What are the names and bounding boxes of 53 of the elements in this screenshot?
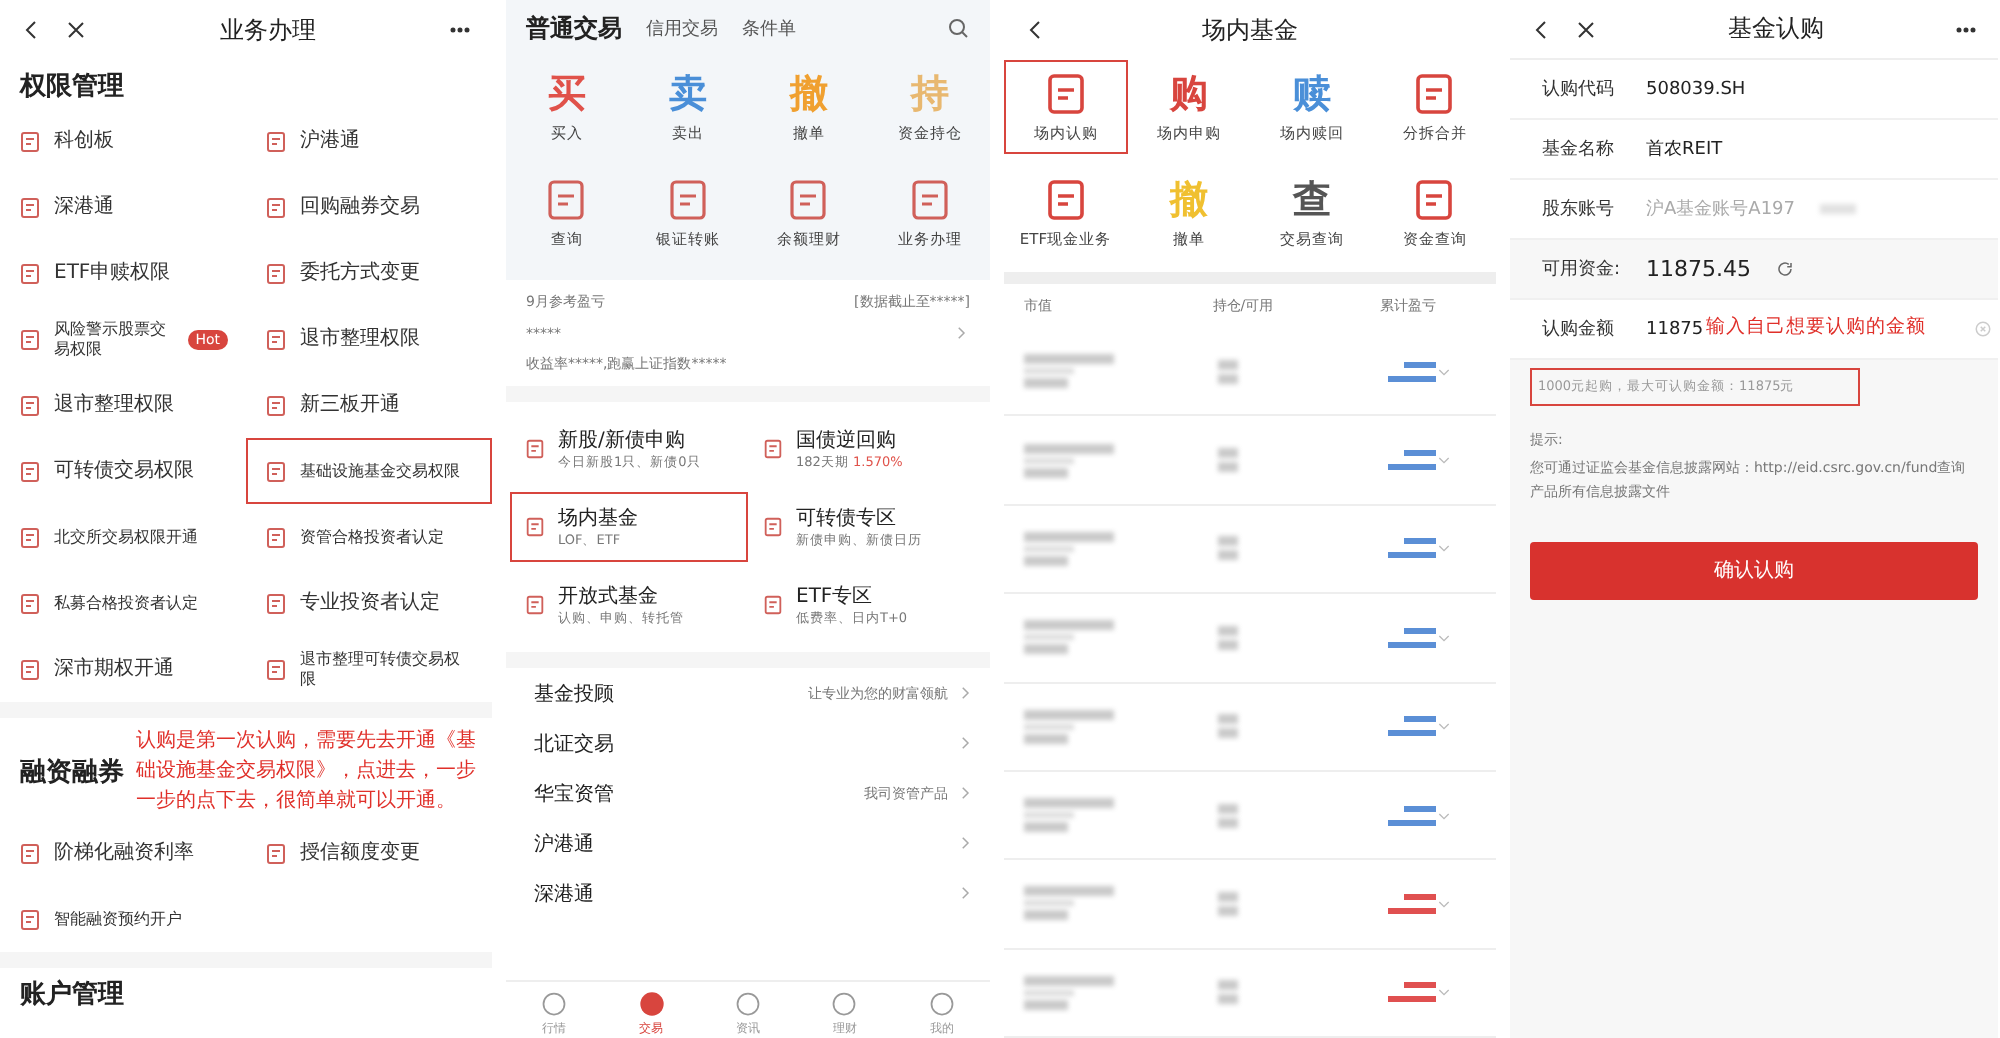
permission-item[interactable]: 授信额度变更 xyxy=(246,820,492,886)
tab[interactable]: 条件单 xyxy=(742,15,796,41)
permission-item[interactable]: 深港通 xyxy=(0,174,246,240)
annotation-text: 输入自己想要认购的金额 xyxy=(1706,314,1926,343)
section-title: 账户管理 xyxy=(20,977,124,1012)
permission-item[interactable]: 沪港通 xyxy=(246,108,492,174)
permission-item[interactable]: 私募合格投资者认定 xyxy=(0,570,246,636)
field-label: 股东账号 xyxy=(1542,197,1616,222)
field-value: 首农REIT xyxy=(1646,137,1723,162)
permission-item[interactable]: 可转债交易权限 xyxy=(0,438,246,504)
permission-item[interactable]: 委托方式变更 xyxy=(246,240,492,306)
action-glyph: 购 xyxy=(1169,70,1208,118)
page-title: 业务办理 xyxy=(218,13,318,47)
menu-row[interactable]: 深港通 xyxy=(506,868,990,918)
permission-item[interactable]: ETF申赎权限 xyxy=(0,240,246,306)
action-glyph: 买 xyxy=(547,70,586,118)
field-label: 认购代码 xyxy=(1542,77,1616,102)
permission-item[interactable]: 资管合格投资者认定 xyxy=(246,504,492,570)
permission-item[interactable]: 退市整理权限 xyxy=(246,306,492,372)
action-glyph: 卖 xyxy=(668,70,707,118)
action-glyph: 持 xyxy=(910,70,949,118)
field-value: 11875.45 xyxy=(1646,256,1751,282)
permission-item[interactable]: 新三板开通 xyxy=(246,372,492,438)
menu-row[interactable]: 北证交易 xyxy=(506,718,990,768)
permission-item[interactable]: 深市期权开通 xyxy=(0,636,246,702)
field-label: 基金名称 xyxy=(1542,137,1616,162)
page-title: 基金认购 xyxy=(1726,12,1826,46)
permission-item[interactable]: 退市整理权限 xyxy=(0,372,246,438)
field-value: 508039.SH xyxy=(1646,79,1746,99)
permission-item[interactable]: 科创板 xyxy=(0,108,246,174)
permission-item[interactable]: 北交所交易权限开通 xyxy=(0,504,246,570)
field-label: 可用资金: xyxy=(1542,257,1622,282)
annotation-text: 认购是第一次认购，需要先去开通《基础设施基金交易权限》，点进去，一步一步的点下去，很简单就可以开通。 xyxy=(136,727,478,816)
confirm-button[interactable]: 确认认购 xyxy=(1530,541,1978,600)
menu-row[interactable]: 沪港通 xyxy=(506,818,990,868)
permission-item[interactable]: 阶梯化融资利率 xyxy=(0,820,246,886)
field-value: 沪A基金账号A197 xyxy=(1646,197,1795,222)
action-glyph: 赎 xyxy=(1292,70,1331,118)
section-title: 融资融券 xyxy=(20,755,124,789)
page-title: 场内基金 xyxy=(1200,13,1300,47)
permission-item[interactable]: 专业投资者认定 xyxy=(246,570,492,636)
permission-item[interactable]: 退市整理可转债交易权限 xyxy=(246,636,492,702)
tab[interactable]: 普通交易 xyxy=(526,11,622,45)
field-label: 认购金额 xyxy=(1542,317,1616,342)
action-glyph: 撤 xyxy=(1169,176,1208,224)
permission-item[interactable]: 基础设施基金交易权限 xyxy=(246,438,492,504)
permission-item[interactable]: 回购融券交易 xyxy=(246,174,492,240)
permission-item[interactable]: 智能融资预约开户 xyxy=(0,886,246,952)
amount-input[interactable]: 11875 xyxy=(1646,319,1702,339)
tab[interactable]: 信用交易 xyxy=(646,15,718,41)
action-glyph: 查 xyxy=(1292,176,1331,224)
action-glyph: 撤 xyxy=(789,70,828,118)
section-title: 权限管理 xyxy=(20,70,124,104)
